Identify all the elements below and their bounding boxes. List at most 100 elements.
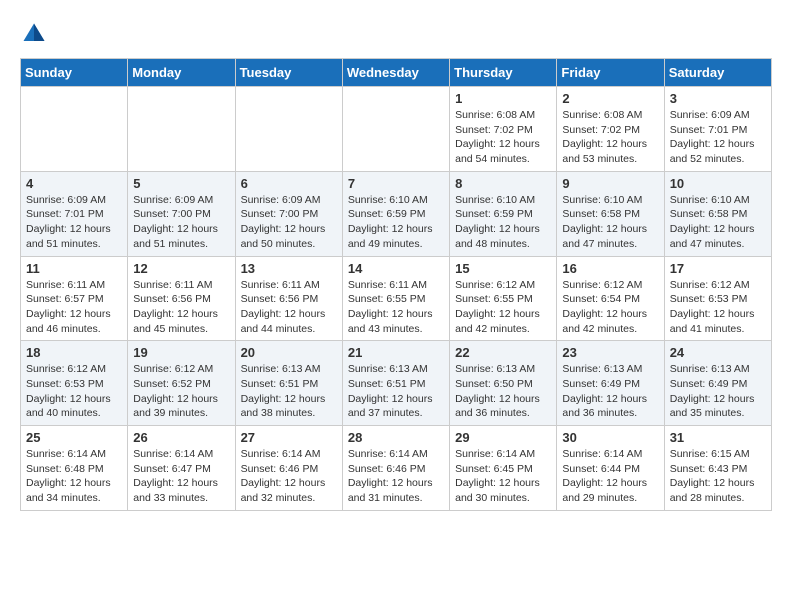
cell-day-number: 24 — [670, 345, 766, 360]
cell-day-number: 3 — [670, 91, 766, 106]
calendar-cell: 2 Sunrise: 6:08 AMSunset: 7:02 PMDaylight… — [557, 87, 664, 172]
cell-day-number: 11 — [26, 261, 122, 276]
calendar-body: 1 Sunrise: 6:08 AMSunset: 7:02 PMDaylight… — [21, 87, 772, 511]
cell-info-text: Sunrise: 6:13 AMSunset: 6:49 PMDaylight:… — [562, 362, 658, 421]
cell-day-number: 17 — [670, 261, 766, 276]
cell-day-number: 28 — [348, 430, 444, 445]
calendar-cell: 10Sunrise: 6:10 AMSunset: 6:58 PMDayligh… — [664, 171, 771, 256]
calendar-cell: 7Sunrise: 6:10 AMSunset: 6:59 PMDaylight… — [342, 171, 449, 256]
cell-day-number: 6 — [241, 176, 337, 191]
cell-info-text: Sunrise: 6:09 AMSunset: 7:01 PMDaylight:… — [26, 193, 122, 252]
calendar-cell: 13 Sunrise: 6:11 AMSunset: 6:56 PMDayligh… — [235, 256, 342, 341]
cell-day-number: 26 — [133, 430, 229, 445]
calendar-cell: 25 Sunrise: 6:14 AMSunset: 6:48 PMDayligh… — [21, 426, 128, 511]
calendar-cell: 24 Sunrise: 6:13 AMSunset: 6:49 PMDayligh… — [664, 341, 771, 426]
calendar-header-tuesday: Tuesday — [235, 59, 342, 87]
cell-info-text: Sunrise: 6:11 AMSunset: 6:55 PMDaylight:… — [348, 278, 444, 337]
calendar-cell: 8 Sunrise: 6:10 AMSunset: 6:59 PMDaylight… — [450, 171, 557, 256]
cell-info-text: Sunrise: 6:08 AMSunset: 7:02 PMDaylight:… — [455, 108, 551, 167]
logo — [20, 20, 52, 48]
calendar-cell: 26 Sunrise: 6:14 AMSunset: 6:47 PMDayligh… — [128, 426, 235, 511]
calendar-cell — [235, 87, 342, 172]
cell-day-number: 1 — [455, 91, 551, 106]
header — [20, 20, 772, 48]
cell-info-text: Sunrise: 6:14 AMSunset: 6:48 PMDaylight:… — [26, 447, 122, 506]
calendar-header-friday: Friday — [557, 59, 664, 87]
calendar-header-sunday: Sunday — [21, 59, 128, 87]
calendar-week-2: 4 Sunrise: 6:09 AMSunset: 7:01 PMDaylight… — [21, 171, 772, 256]
calendar-cell: 18 Sunrise: 6:12 AMSunset: 6:53 PMDayligh… — [21, 341, 128, 426]
cell-info-text: Sunrise: 6:12 AMSunset: 6:54 PMDaylight:… — [562, 278, 658, 337]
cell-info-text: Sunrise: 6:08 AMSunset: 7:02 PMDaylight:… — [562, 108, 658, 167]
cell-day-number: 18 — [26, 345, 122, 360]
calendar-cell: 9 Sunrise: 6:10 AMSunset: 6:58 PMDaylight… — [557, 171, 664, 256]
cell-day-number: 31 — [670, 430, 766, 445]
calendar-cell: 27Sunrise: 6:14 AMSunset: 6:46 PMDayligh… — [235, 426, 342, 511]
cell-day-number: 7 — [348, 176, 444, 191]
calendar-cell: 16 Sunrise: 6:12 AMSunset: 6:54 PMDayligh… — [557, 256, 664, 341]
cell-day-number: 9 — [562, 176, 658, 191]
logo-icon — [20, 20, 48, 48]
cell-info-text: Sunrise: 6:14 AMSunset: 6:47 PMDaylight:… — [133, 447, 229, 506]
calendar-cell — [342, 87, 449, 172]
calendar-week-5: 25 Sunrise: 6:14 AMSunset: 6:48 PMDayligh… — [21, 426, 772, 511]
cell-day-number: 25 — [26, 430, 122, 445]
calendar-week-1: 1 Sunrise: 6:08 AMSunset: 7:02 PMDaylight… — [21, 87, 772, 172]
cell-day-number: 13 — [241, 261, 337, 276]
cell-info-text: Sunrise: 6:12 AMSunset: 6:55 PMDaylight:… — [455, 278, 551, 337]
cell-day-number: 21 — [348, 345, 444, 360]
cell-info-text: Sunrise: 6:10 AMSunset: 6:58 PMDaylight:… — [562, 193, 658, 252]
cell-day-number: 14 — [348, 261, 444, 276]
cell-day-number: 4 — [26, 176, 122, 191]
cell-info-text: Sunrise: 6:14 AMSunset: 6:46 PMDaylight:… — [348, 447, 444, 506]
calendar-cell: 4 Sunrise: 6:09 AMSunset: 7:01 PMDaylight… — [21, 171, 128, 256]
cell-day-number: 8 — [455, 176, 551, 191]
calendar-header-saturday: Saturday — [664, 59, 771, 87]
calendar-cell: 22 Sunrise: 6:13 AMSunset: 6:50 PMDayligh… — [450, 341, 557, 426]
calendar-cell: 17 Sunrise: 6:12 AMSunset: 6:53 PMDayligh… — [664, 256, 771, 341]
cell-info-text: Sunrise: 6:11 AMSunset: 6:56 PMDaylight:… — [133, 278, 229, 337]
calendar-cell — [128, 87, 235, 172]
calendar-header-thursday: Thursday — [450, 59, 557, 87]
cell-info-text: Sunrise: 6:10 AMSunset: 6:58 PMDaylight:… — [670, 193, 766, 252]
calendar-cell: 31 Sunrise: 6:15 AMSunset: 6:43 PMDayligh… — [664, 426, 771, 511]
cell-info-text: Sunrise: 6:09 AMSunset: 7:00 PMDaylight:… — [133, 193, 229, 252]
calendar-cell: 20 Sunrise: 6:13 AMSunset: 6:51 PMDayligh… — [235, 341, 342, 426]
cell-day-number: 23 — [562, 345, 658, 360]
cell-day-number: 27 — [241, 430, 337, 445]
cell-day-number: 15 — [455, 261, 551, 276]
calendar-cell: 23 Sunrise: 6:13 AMSunset: 6:49 PMDayligh… — [557, 341, 664, 426]
cell-info-text: Sunrise: 6:09 AMSunset: 7:00 PMDaylight:… — [241, 193, 337, 252]
calendar-cell: 19Sunrise: 6:12 AMSunset: 6:52 PMDayligh… — [128, 341, 235, 426]
cell-day-number: 29 — [455, 430, 551, 445]
cell-info-text: Sunrise: 6:09 AMSunset: 7:01 PMDaylight:… — [670, 108, 766, 167]
cell-info-text: Sunrise: 6:13 AMSunset: 6:49 PMDaylight:… — [670, 362, 766, 421]
cell-info-text: Sunrise: 6:13 AMSunset: 6:50 PMDaylight:… — [455, 362, 551, 421]
cell-day-number: 30 — [562, 430, 658, 445]
cell-info-text: Sunrise: 6:12 AMSunset: 6:53 PMDaylight:… — [26, 362, 122, 421]
calendar-header-row: SundayMondayTuesdayWednesdayThursdayFrid… — [21, 59, 772, 87]
cell-day-number: 2 — [562, 91, 658, 106]
cell-day-number: 12 — [133, 261, 229, 276]
calendar-cell: 6 Sunrise: 6:09 AMSunset: 7:00 PMDaylight… — [235, 171, 342, 256]
calendar-cell: 28 Sunrise: 6:14 AMSunset: 6:46 PMDayligh… — [342, 426, 449, 511]
cell-info-text: Sunrise: 6:13 AMSunset: 6:51 PMDaylight:… — [241, 362, 337, 421]
calendar-cell: 11 Sunrise: 6:11 AMSunset: 6:57 PMDayligh… — [21, 256, 128, 341]
cell-info-text: Sunrise: 6:15 AMSunset: 6:43 PMDaylight:… — [670, 447, 766, 506]
calendar-cell: 21Sunrise: 6:13 AMSunset: 6:51 PMDayligh… — [342, 341, 449, 426]
calendar-cell: 14 Sunrise: 6:11 AMSunset: 6:55 PMDayligh… — [342, 256, 449, 341]
calendar-cell: 30Sunrise: 6:14 AMSunset: 6:44 PMDayligh… — [557, 426, 664, 511]
cell-day-number: 22 — [455, 345, 551, 360]
cell-info-text: Sunrise: 6:11 AMSunset: 6:57 PMDaylight:… — [26, 278, 122, 337]
calendar-week-3: 11 Sunrise: 6:11 AMSunset: 6:57 PMDayligh… — [21, 256, 772, 341]
cell-info-text: Sunrise: 6:11 AMSunset: 6:56 PMDaylight:… — [241, 278, 337, 337]
cell-day-number: 16 — [562, 261, 658, 276]
cell-day-number: 20 — [241, 345, 337, 360]
cell-info-text: Sunrise: 6:12 AMSunset: 6:53 PMDaylight:… — [670, 278, 766, 337]
calendar-cell: 3 Sunrise: 6:09 AMSunset: 7:01 PMDaylight… — [664, 87, 771, 172]
calendar-cell — [21, 87, 128, 172]
cell-info-text: Sunrise: 6:14 AMSunset: 6:45 PMDaylight:… — [455, 447, 551, 506]
calendar-cell: 12 Sunrise: 6:11 AMSunset: 6:56 PMDayligh… — [128, 256, 235, 341]
cell-info-text: Sunrise: 6:10 AMSunset: 6:59 PMDaylight:… — [455, 193, 551, 252]
calendar-header-monday: Monday — [128, 59, 235, 87]
